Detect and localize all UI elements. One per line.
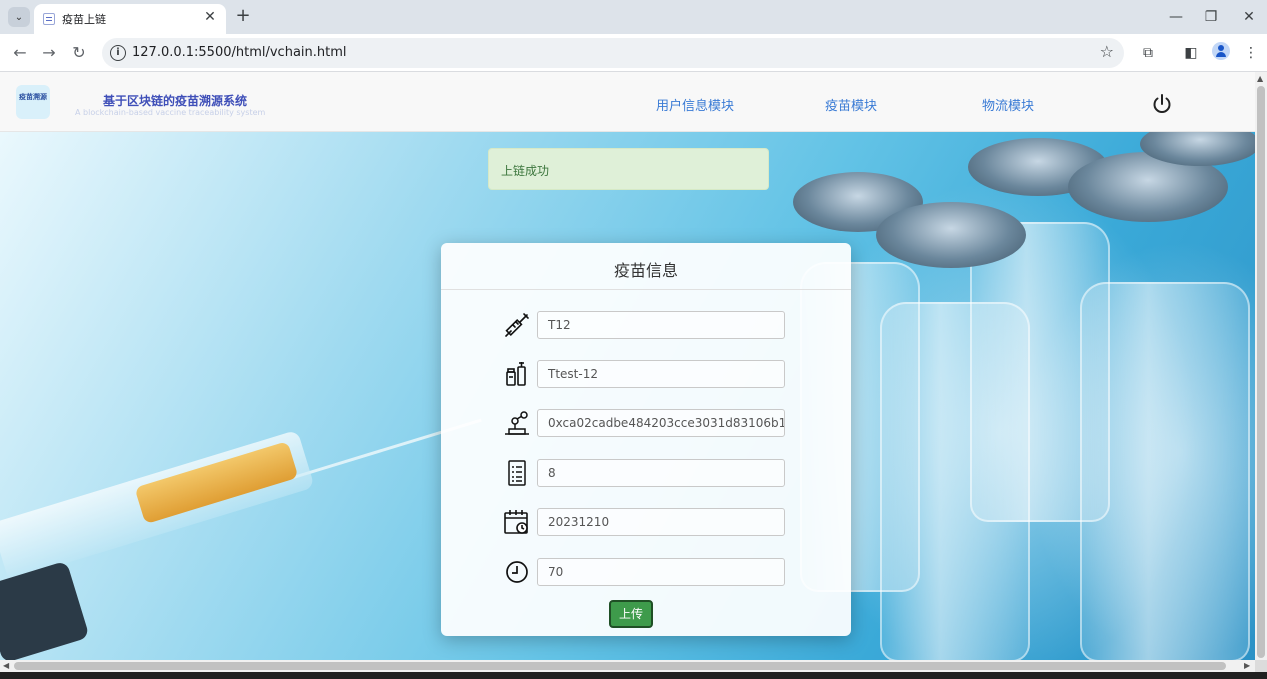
back-icon[interactable]: ← [9, 42, 31, 64]
form-row-validity: 70 [503, 558, 793, 586]
restore-button[interactable]: ❐ [1199, 6, 1223, 28]
quantity-field[interactable]: 8 [537, 459, 785, 487]
validity-field[interactable]: 70 [537, 558, 785, 586]
new-tab-button[interactable]: + [232, 6, 254, 28]
browser-tabstrip: ⌄ 疫苗上链 ✕ + — ❐ ✕ [0, 0, 1267, 34]
vial-cap-decoration [876, 202, 1026, 268]
vertical-scroll-thumb[interactable] [1257, 86, 1265, 658]
power-icon[interactable] [1150, 92, 1174, 116]
upload-button[interactable]: 上传 [609, 600, 653, 628]
reload-icon[interactable]: ↻ [68, 42, 90, 64]
browser-tab[interactable]: 疫苗上链 ✕ [34, 4, 226, 34]
profile-icon[interactable] [1212, 42, 1230, 60]
scroll-up-icon[interactable]: ▲ [1257, 74, 1263, 83]
scroll-right-icon[interactable]: ▶ [1244, 661, 1250, 670]
manufacturer-address-field[interactable]: 0xca02cadbe484203cce3031d83106b133a6 [537, 409, 785, 437]
production-date-field[interactable]: 20231210 [537, 508, 785, 536]
vaccine-id-field[interactable]: T12 [537, 311, 785, 339]
nav-user-info[interactable]: 用户信息模块 [656, 95, 734, 114]
form-row-vaccine-id: T12 [503, 311, 793, 339]
scroll-left-icon[interactable]: ◀ [3, 661, 9, 670]
scrollbar-corner [1255, 660, 1267, 672]
site-navbar: 疫苗溯源 基于区块链的疫苗溯源系统 A blockchain-based vac… [0, 72, 1255, 132]
url-text[interactable]: 127.0.0.1:5500/html/vchain.html [132, 45, 347, 60]
address-bar[interactable]: i 127.0.0.1:5500/html/vchain.html ☆ [102, 38, 1124, 68]
window-close-button[interactable]: ✕ [1237, 6, 1261, 28]
clock-icon [506, 561, 528, 583]
form-row-date: 20231210 [503, 508, 793, 536]
calendar-icon [504, 510, 528, 534]
batch-field[interactable]: Ttest-12 [537, 360, 785, 388]
extensions-icon[interactable]: ⧉ [1138, 43, 1158, 63]
minimize-button[interactable]: — [1164, 6, 1188, 28]
menu-icon[interactable]: ⋮ [1241, 43, 1261, 63]
page-viewport: 疫苗溯源 基于区块链的疫苗溯源系统 A blockchain-based vac… [0, 72, 1267, 660]
site-subtitle: A blockchain-based vaccine traceability … [75, 108, 266, 117]
tab-title: 疫苗上链 [62, 13, 106, 26]
form-row-batch: Ttest-12 [503, 360, 793, 388]
manufacturer-icon [505, 411, 529, 435]
side-panel-icon[interactable]: ◧ [1181, 43, 1201, 63]
list-icon [508, 460, 526, 486]
tab-search-icon[interactable]: ⌄ [8, 7, 30, 27]
horizontal-scrollbar[interactable]: ◀ ▶ [0, 660, 1255, 672]
nav-logistics[interactable]: 物流模块 [982, 95, 1034, 114]
logo[interactable]: 疫苗溯源 [16, 85, 50, 119]
forward-icon[interactable]: → [38, 42, 60, 64]
vaccine-info-panel: 疫苗信息 T12 Ttest-12 0xca02cadbe484203cce30… [441, 243, 851, 636]
panel-title: 疫苗信息 [613, 261, 678, 280]
nav-vaccine[interactable]: 疫苗模块 [825, 95, 877, 114]
syringe-icon [505, 313, 529, 337]
form-row-quantity: 8 [503, 459, 793, 487]
panel-divider [441, 289, 851, 290]
site-info-icon[interactable]: i [110, 45, 126, 61]
syringe-plunger-decoration [0, 560, 90, 660]
vertical-scrollbar[interactable]: ▲ [1255, 72, 1267, 660]
taskbar-edge [0, 672, 1267, 679]
vial-decoration [970, 222, 1110, 522]
form-row-manufacturer: 0xca02cadbe484203cce3031d83106b133a6 [503, 409, 793, 437]
browser-toolbar: ← → ↻ i 127.0.0.1:5500/html/vchain.html … [0, 34, 1267, 72]
tab-close-icon[interactable]: ✕ [202, 9, 218, 25]
favicon-icon [43, 13, 55, 25]
horizontal-scroll-thumb[interactable] [14, 662, 1226, 670]
success-alert: 上链成功 [488, 148, 769, 190]
site-title: 基于区块链的疫苗溯源系统 [103, 94, 248, 108]
bookmark-star-icon[interactable]: ☆ [1100, 42, 1114, 61]
vaccine-vials-icon [506, 362, 526, 386]
